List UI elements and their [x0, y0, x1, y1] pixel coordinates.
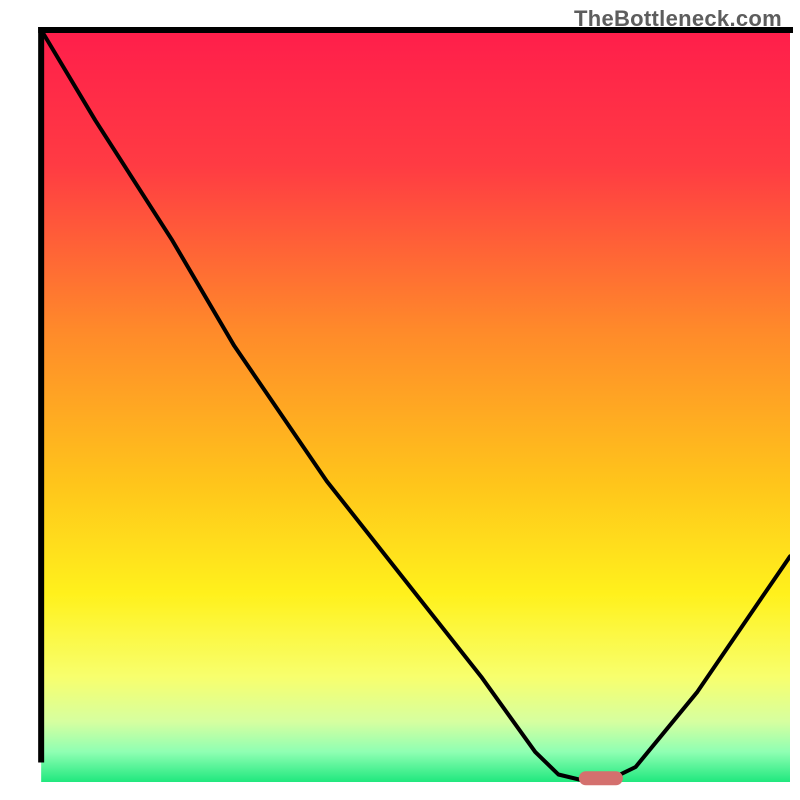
- bottleneck-chart: [0, 0, 800, 800]
- gradient-background: [41, 30, 790, 782]
- marker-pill: [579, 771, 623, 785]
- watermark-text: TheBottleneck.com: [574, 6, 782, 32]
- chart-container: TheBottleneck.com: [0, 0, 800, 800]
